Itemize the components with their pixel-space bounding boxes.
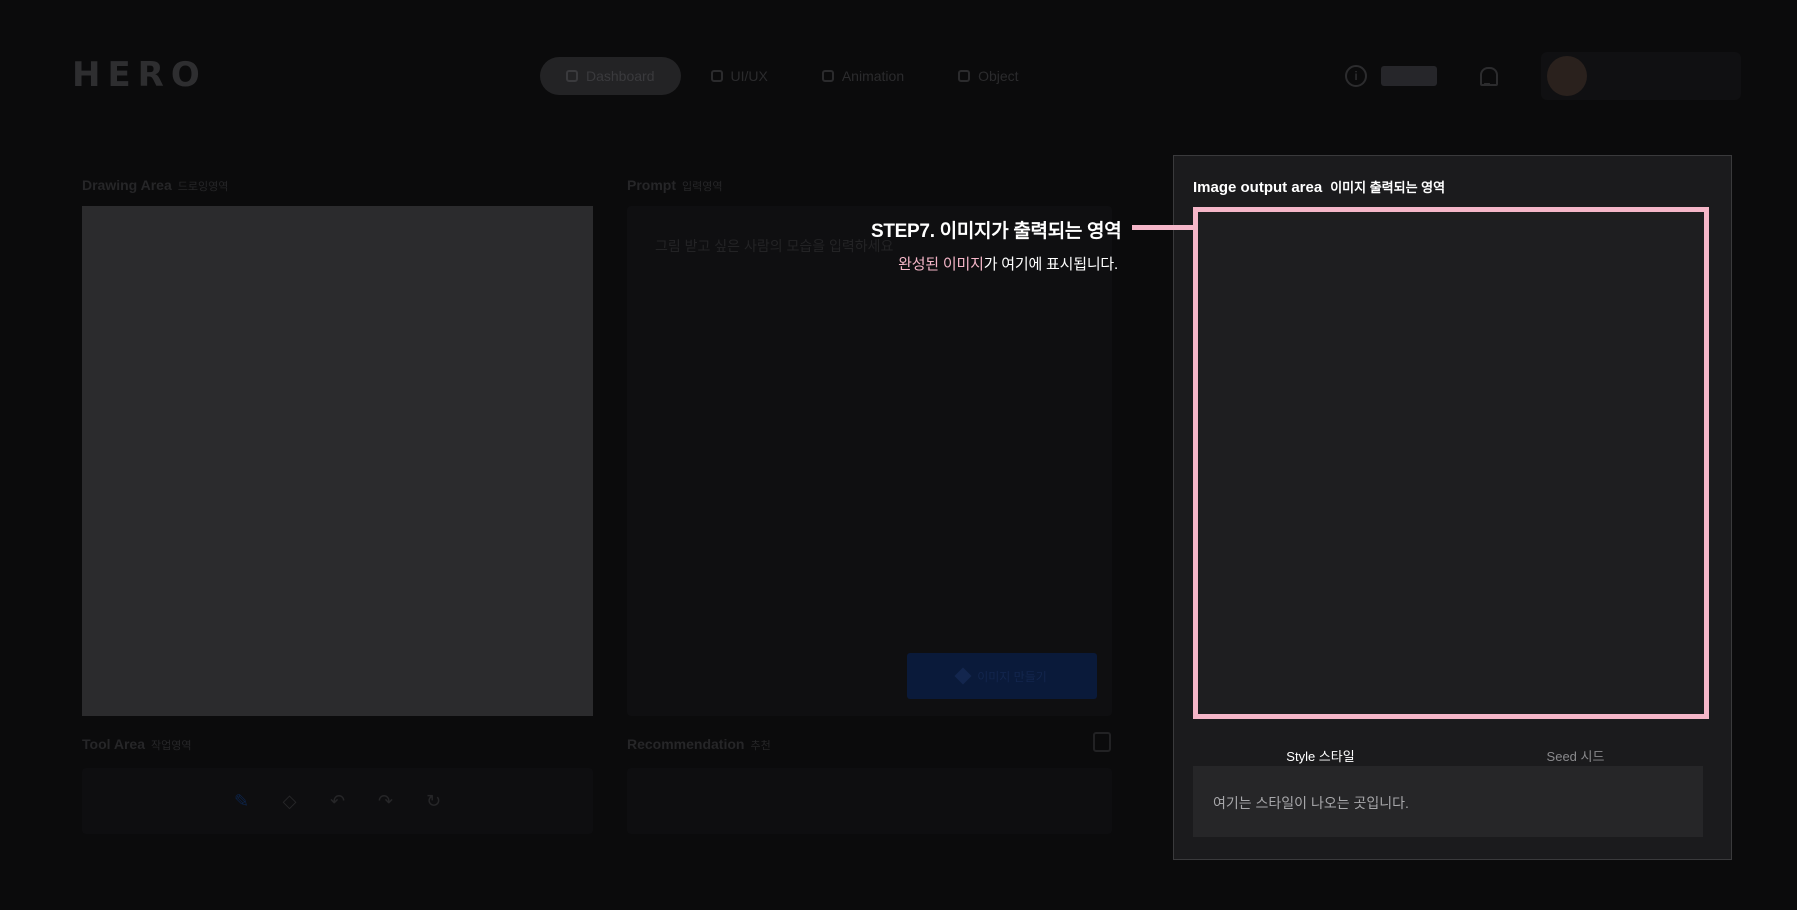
pen-icon[interactable]: ✎ — [232, 791, 252, 811]
recommendation-box[interactable] — [627, 768, 1112, 834]
recommendation-subtitle: 추천 — [750, 740, 771, 752]
header-actions: i — [1345, 52, 1741, 100]
callout-accent-text: 완성된 이미지 — [898, 256, 984, 273]
uiux-icon — [710, 70, 723, 82]
sparkle-icon — [954, 667, 972, 685]
callout-rest-text: 가 여기에 표시됩니다. — [983, 256, 1119, 273]
recommendation-title-text: Recommendation — [627, 736, 745, 752]
nav-animation-label: Animation — [841, 68, 905, 84]
drawing-canvas[interactable] — [82, 206, 593, 716]
recommendation-title: Recommendation 추천 — [627, 736, 771, 753]
bell-icon[interactable] — [1477, 65, 1498, 87]
eraser-icon[interactable]: ◇ — [280, 791, 300, 811]
tab-content: 여기는 스타일이 나오는 곳입니다. — [1193, 766, 1703, 837]
nav-object-label: Object — [978, 68, 1019, 84]
prompt-area-subtitle: 입력영역 — [682, 181, 723, 193]
nav-dashboard-label: Dashboard — [586, 68, 655, 84]
step-callout-description: 완성된 이미지가 여기에 표시됩니다. — [871, 253, 1118, 274]
credit-badge[interactable] — [1381, 66, 1437, 86]
drawing-area-title-text: Drawing Area — [82, 177, 172, 193]
dashboard-icon — [566, 70, 578, 82]
nav-uiux-label: UI/UX — [730, 68, 768, 84]
avatar — [1547, 56, 1587, 96]
step-callout-title: STEP7. 이미지가 출력되는 영역 — [871, 221, 1122, 242]
generate-image-button[interactable]: 이미지 만들기 — [907, 653, 1097, 699]
prompt-placeholder: 그림 받고 싶은 사람의 모습을 입력하세요 — [655, 238, 894, 254]
tool-area-title-text: Tool Area — [82, 736, 146, 752]
nav-uiux[interactable]: UI/UX — [687, 57, 792, 95]
callout-connector-line — [1132, 225, 1198, 230]
prompt-area-title-text: Prompt — [627, 177, 676, 193]
output-panel-title-text: Image output area — [1193, 179, 1323, 196]
main-nav: Dashboard UI/UX Animation Object — [540, 56, 1043, 96]
prompt-input[interactable]: 그림 받고 싶은 사람의 모습을 입력하세요 — [627, 206, 1112, 716]
logo-text: HERO — [72, 55, 207, 95]
image-output-panel: Image output area 이미지 출력되는 영역 Style 스타일 S… — [1173, 155, 1732, 860]
tab-content-text: 여기는 스타일이 나오는 곳입니다. — [1213, 795, 1409, 811]
tool-area-subtitle: 작업영역 — [151, 740, 192, 752]
info-icon[interactable]: i — [1345, 65, 1367, 87]
image-output-area[interactable] — [1193, 207, 1709, 719]
copy-icon[interactable] — [1093, 732, 1111, 752]
nav-animation[interactable]: Animation — [798, 57, 928, 95]
tool-area-title: Tool Area 작업영역 — [82, 736, 192, 753]
nav-object[interactable]: Object — [934, 57, 1042, 95]
output-panel-subtitle: 이미지 출력되는 영역 — [1330, 180, 1446, 195]
undo-icon[interactable]: ↶ — [328, 791, 348, 811]
hero-logo[interactable]: HERO — [72, 55, 207, 96]
drawing-area-title: Drawing Area 드로잉영역 — [82, 177, 228, 194]
object-icon — [958, 70, 971, 82]
prompt-area-title: Prompt 입력영역 — [627, 177, 722, 194]
nav-dashboard[interactable]: Dashboard — [540, 57, 681, 95]
reset-icon[interactable]: ↻ — [424, 791, 444, 811]
redo-icon[interactable]: ↷ — [376, 791, 396, 811]
generate-image-label: 이미지 만들기 — [977, 669, 1047, 684]
animation-icon — [821, 70, 834, 82]
output-panel-title: Image output area 이미지 출력되는 영역 — [1193, 177, 1445, 196]
tool-bar: ✎ ◇ ↶ ↷ ↻ — [82, 768, 593, 834]
drawing-area-subtitle: 드로잉영역 — [177, 181, 229, 193]
user-profile[interactable] — [1541, 52, 1741, 100]
